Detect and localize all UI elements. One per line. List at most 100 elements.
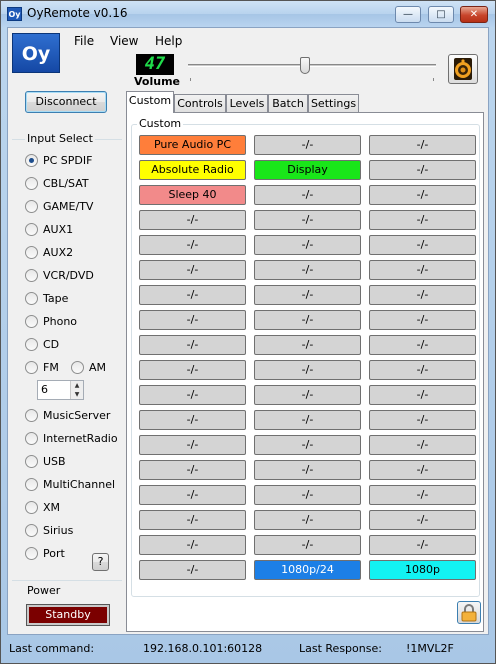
maximize-button[interactable]: □ xyxy=(428,6,454,23)
custom-button[interactable]: 1080p xyxy=(369,560,476,580)
custom-button[interactable]: -/- xyxy=(254,485,361,505)
custom-button[interactable]: -/- xyxy=(254,435,361,455)
standby-button[interactable]: Standby xyxy=(26,604,110,626)
custom-button[interactable]: -/- xyxy=(139,310,246,330)
custom-button[interactable]: -/- xyxy=(369,135,476,155)
tab-controls[interactable]: Controls xyxy=(174,94,226,112)
custom-button[interactable]: Absolute Radio xyxy=(139,160,246,180)
speaker-icon xyxy=(454,58,472,80)
minimize-button[interactable]: — xyxy=(395,6,421,23)
menu-file[interactable]: File xyxy=(74,34,94,48)
custom-button[interactable]: -/- xyxy=(139,260,246,280)
custom-button[interactable]: -/- xyxy=(369,210,476,230)
custom-button[interactable]: -/- xyxy=(254,310,361,330)
input-label: PC SPDIF xyxy=(43,154,93,167)
custom-button[interactable]: -/- xyxy=(369,460,476,480)
radio-button[interactable] xyxy=(25,154,38,167)
custom-button[interactable]: -/- xyxy=(369,335,476,355)
custom-button[interactable]: -/- xyxy=(139,285,246,305)
custom-button[interactable]: -/- xyxy=(369,410,476,430)
close-button[interactable]: ✕ xyxy=(460,6,488,23)
custom-button[interactable]: -/- xyxy=(139,535,246,555)
tab-levels[interactable]: Levels xyxy=(226,94,268,112)
custom-button[interactable]: -/- xyxy=(139,560,246,580)
custom-button[interactable]: -/- xyxy=(369,285,476,305)
custom-button[interactable]: -/- xyxy=(254,335,361,355)
volume-slider-track[interactable] xyxy=(188,64,436,67)
input-label: FM xyxy=(43,361,59,374)
radio-button[interactable] xyxy=(71,361,84,374)
custom-button[interactable]: -/- xyxy=(254,260,361,280)
menu-view[interactable]: View xyxy=(110,34,138,48)
radio-button[interactable] xyxy=(25,524,38,537)
radio-button[interactable] xyxy=(25,547,38,560)
custom-button[interactable]: -/- xyxy=(254,210,361,230)
menu-help[interactable]: Help xyxy=(155,34,182,48)
radio-button[interactable] xyxy=(25,478,38,491)
radio-button[interactable] xyxy=(25,409,38,422)
custom-button[interactable]: -/- xyxy=(369,310,476,330)
radio-button[interactable] xyxy=(25,315,38,328)
custom-button[interactable]: -/- xyxy=(139,485,246,505)
custom-button[interactable]: -/- xyxy=(254,185,361,205)
custom-button[interactable]: -/- xyxy=(254,235,361,255)
custom-button[interactable]: -/- xyxy=(369,360,476,380)
title-bar: Oy OyRemote v0.16 — □ ✕ xyxy=(1,1,495,27)
tab-settings[interactable]: Settings xyxy=(308,94,359,112)
custom-button[interactable]: -/- xyxy=(254,410,361,430)
custom-button[interactable]: -/- xyxy=(369,235,476,255)
spinner-up-arrow-icon[interactable]: ▲ xyxy=(71,381,83,390)
custom-button[interactable]: -/- xyxy=(139,360,246,380)
radio-button[interactable] xyxy=(25,200,38,213)
custom-button[interactable]: -/- xyxy=(139,210,246,230)
padlock-icon xyxy=(461,604,477,622)
radio-button[interactable] xyxy=(25,361,38,374)
radio-button[interactable] xyxy=(25,177,38,190)
tab-batch[interactable]: Batch xyxy=(268,94,308,112)
radio-button[interactable] xyxy=(25,292,38,305)
speaker-button[interactable] xyxy=(448,54,478,84)
input-label: AUX1 xyxy=(43,223,74,236)
custom-button[interactable]: -/- xyxy=(369,385,476,405)
custom-button[interactable]: -/- xyxy=(369,260,476,280)
disconnect-button[interactable]: Disconnect xyxy=(25,91,107,113)
tab-custom[interactable]: Custom xyxy=(126,91,174,113)
custom-button[interactable]: -/- xyxy=(139,335,246,355)
custom-button[interactable]: -/- xyxy=(369,185,476,205)
radio-button[interactable] xyxy=(25,432,38,445)
custom-button[interactable]: Pure Audio PC xyxy=(139,135,246,155)
custom-button[interactable]: -/- xyxy=(139,460,246,480)
radio-button[interactable] xyxy=(25,338,38,351)
main-client-area: Oy File View Help 47 Volume Disconnect I… xyxy=(7,27,489,635)
radio-button[interactable] xyxy=(25,501,38,514)
help-button[interactable]: ? xyxy=(92,553,109,571)
custom-button[interactable]: -/- xyxy=(254,285,361,305)
radio-button[interactable] xyxy=(25,455,38,468)
custom-button[interactable]: -/- xyxy=(369,535,476,555)
spinner-down-arrow-icon[interactable]: ▼ xyxy=(71,390,83,399)
custom-button[interactable]: -/- xyxy=(369,510,476,530)
radio-button[interactable] xyxy=(25,246,38,259)
radio-button[interactable] xyxy=(25,269,38,282)
custom-button[interactable]: -/- xyxy=(139,385,246,405)
volume-slider-thumb[interactable] xyxy=(299,57,310,74)
custom-button[interactable]: Display xyxy=(254,160,361,180)
custom-button[interactable]: -/- xyxy=(369,485,476,505)
custom-button[interactable]: -/- xyxy=(369,435,476,455)
custom-button[interactable]: -/- xyxy=(369,160,476,180)
custom-button[interactable]: -/- xyxy=(254,460,361,480)
custom-button[interactable]: -/- xyxy=(254,535,361,555)
custom-button[interactable]: 1080p/24 xyxy=(254,560,361,580)
radio-button[interactable] xyxy=(25,223,38,236)
custom-button[interactable]: -/- xyxy=(254,135,361,155)
custom-button[interactable]: -/- xyxy=(139,235,246,255)
custom-button[interactable]: -/- xyxy=(139,435,246,455)
custom-button[interactable]: -/- xyxy=(254,360,361,380)
custom-button[interactable]: -/- xyxy=(139,410,246,430)
custom-button[interactable]: -/- xyxy=(254,510,361,530)
custom-button[interactable]: Sleep 40 xyxy=(139,185,246,205)
custom-button[interactable]: -/- xyxy=(254,385,361,405)
custom-button[interactable]: -/- xyxy=(139,510,246,530)
lock-button[interactable] xyxy=(457,601,481,624)
preset-spinner[interactable]: 6 ▲ ▼ xyxy=(37,380,84,400)
